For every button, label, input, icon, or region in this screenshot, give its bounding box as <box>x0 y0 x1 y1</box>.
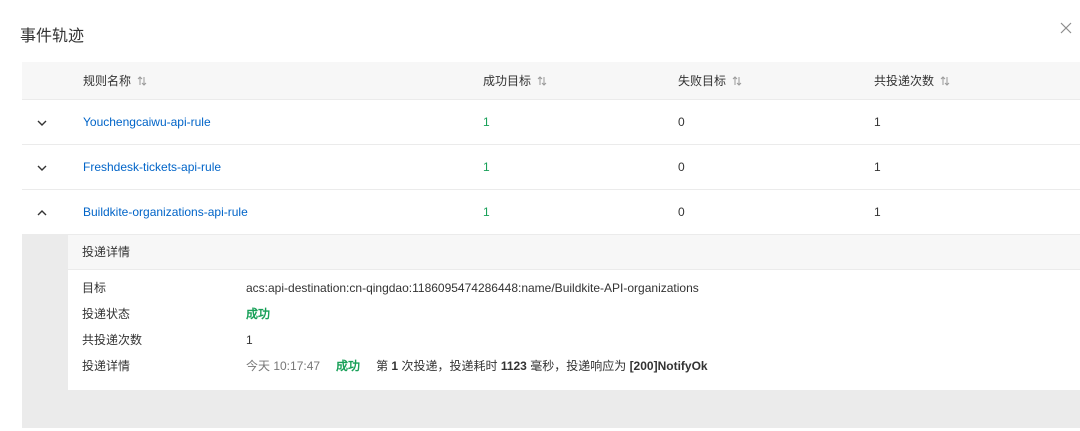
sort-icon[interactable] <box>732 63 742 101</box>
sort-icon[interactable] <box>940 63 950 101</box>
failed-target-count: 0 <box>678 205 685 219</box>
delivery-detail-header: 投递详情 <box>68 235 1080 270</box>
status-value: 成功 <box>246 307 271 321</box>
rule-name-link[interactable]: Youchengcaiwu-api-rule <box>83 100 211 145</box>
column-header-failed-target[interactable]: 失败目标 <box>678 62 742 100</box>
delivery-time: 今天 10:17:47 <box>246 359 321 373</box>
success-target-count: 1 <box>483 115 490 129</box>
table-row: Youchengcaiwu-api-rule 1 0 1 <box>22 100 1080 145</box>
chevron-up-icon[interactable] <box>36 206 50 220</box>
count-value: 1 <box>246 333 253 347</box>
rule-name-link[interactable]: Freshdesk-tickets-api-rule <box>83 145 221 190</box>
column-header-total-deliveries[interactable]: 共投递次数 <box>874 62 950 100</box>
status-label: 投递状态 <box>82 307 131 321</box>
response-value: [200]NotifyOk <box>629 359 708 373</box>
delivery-status: 成功 <box>336 359 361 373</box>
success-target-count: 1 <box>483 205 490 219</box>
delivery-info: 今天 10:17:47 成功第 1 次投递，投递耗时 1123 毫秒，投递响应为 … <box>246 359 708 373</box>
table-header: 规则名称 成功目标 失败目标 共投递次数 <box>22 62 1080 100</box>
table-row: Buildkite-organizations-api-rule 1 0 1 <box>22 190 1080 235</box>
total-deliveries-count: 1 <box>874 160 881 174</box>
column-header-rule-name[interactable]: 规则名称 <box>83 62 147 100</box>
table-row: Freshdesk-tickets-api-rule 1 0 1 <box>22 145 1080 190</box>
target-label: 目标 <box>82 281 107 295</box>
rules-table: 规则名称 成功目标 失败目标 共投递次数 Youchengcaiwu-api-r… <box>22 62 1080 428</box>
close-icon[interactable] <box>1060 21 1076 37</box>
expanded-row-detail: 投递详情 目标 acs:api-destination:cn-qingdao:1… <box>22 235 1080 428</box>
sort-icon[interactable] <box>537 63 547 101</box>
attempt-number: 1 <box>391 359 399 373</box>
duration-value: 1123 <box>500 359 527 373</box>
info-label: 投递详情 <box>82 359 131 373</box>
chevron-down-icon[interactable] <box>36 116 50 130</box>
rule-name-link[interactable]: Buildkite-organizations-api-rule <box>83 190 248 235</box>
event-trace-panel: 事件轨迹 规则名称 成功目标 失败目标 共投递次数 Youchengcaiwu-… <box>0 0 1080 431</box>
total-deliveries-count: 1 <box>874 205 881 219</box>
target-value: acs:api-destination:cn-qingdao:118609547… <box>246 281 699 295</box>
failed-target-count: 0 <box>678 160 685 174</box>
sort-icon[interactable] <box>137 63 147 101</box>
success-target-count: 1 <box>483 160 490 174</box>
chevron-down-icon[interactable] <box>36 161 50 175</box>
panel-title: 事件轨迹 <box>20 28 85 45</box>
failed-target-count: 0 <box>678 115 685 129</box>
count-label: 共投递次数 <box>82 333 143 347</box>
column-header-success-target[interactable]: 成功目标 <box>483 62 547 100</box>
total-deliveries-count: 1 <box>874 115 881 129</box>
delivery-detail-card: 投递详情 目标 acs:api-destination:cn-qingdao:1… <box>68 235 1080 390</box>
